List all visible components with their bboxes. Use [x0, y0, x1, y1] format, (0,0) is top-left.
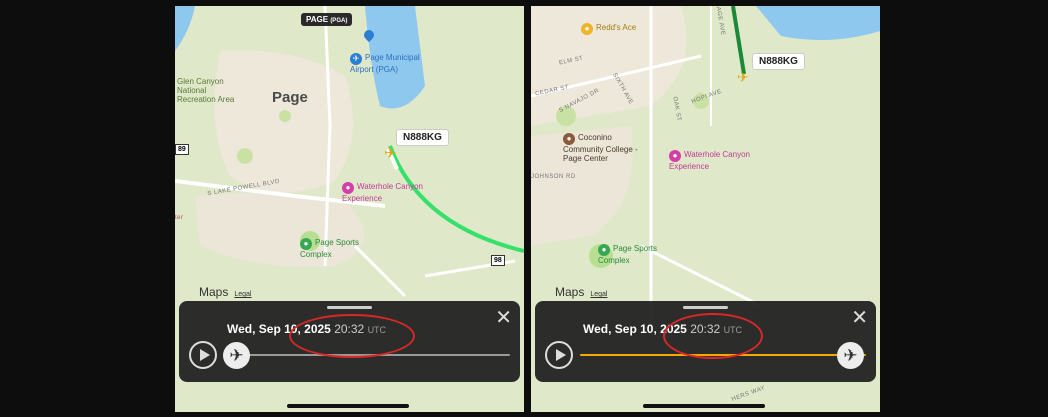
aircraft-tag[interactable]: N888KG	[396, 129, 449, 146]
camera-icon: ●	[669, 150, 681, 162]
slider-thumb-airplane-icon[interactable]: ✈	[223, 342, 250, 369]
aircraft-tag[interactable]: N888KG	[752, 53, 805, 70]
airport-marker-label[interactable]: PAGE (PGA)	[301, 13, 353, 26]
poi-waterhole-label: Waterhole Canyon Experience	[669, 150, 750, 171]
timeline-panel: ✕ Wed, Sep 10, 2025 20:32 UTC ✈	[535, 301, 876, 382]
camera-icon: ●	[342, 182, 354, 194]
maps-logo: Maps Legal	[555, 285, 607, 299]
play-icon[interactable]	[189, 341, 217, 369]
red-annotation-circle	[289, 314, 415, 358]
poi-reddsace[interactable]: ● Redd's Ace	[581, 23, 661, 35]
poi-sports[interactable]: ● Page Sports Complex	[598, 244, 668, 265]
maps-logo: Maps Legal	[199, 285, 251, 299]
poi-reddsace-label: Redd's Ace	[596, 23, 637, 32]
shop-icon: ●	[581, 23, 593, 35]
area-label: Glen Canyon National Recreation Area	[177, 77, 235, 104]
school-icon: ●	[563, 133, 575, 145]
airport-code-suffix: (PGA)	[330, 18, 348, 24]
home-indicator	[287, 404, 409, 408]
street-label: JOHNSON RD	[531, 174, 576, 180]
route-badge: 98	[491, 255, 505, 266]
legal-link[interactable]: Legal	[590, 291, 607, 298]
maps-logo-text: Maps	[555, 285, 585, 299]
poi-waterhole-label: Waterhole Canyon Experience	[342, 182, 423, 203]
poi-sports[interactable]: ● Page Sports Complex	[300, 238, 370, 259]
poi-college[interactable]: ● Coconino Community College - Page Cente…	[563, 133, 643, 163]
timeline-panel: ✕ Wed, Sep 10, 2025 20:32 UTC ✈	[179, 301, 520, 382]
route-badge: 89	[175, 144, 189, 155]
play-icon[interactable]	[545, 341, 573, 369]
airplane-icon: ✈	[350, 53, 362, 65]
edge-label: ter	[175, 215, 184, 221]
sports-icon: ●	[598, 244, 610, 256]
legal-link[interactable]: Legal	[234, 291, 251, 298]
red-annotation-circle	[663, 313, 763, 359]
home-indicator	[643, 404, 765, 408]
airplane-icon[interactable]: ✈	[737, 69, 749, 86]
close-icon[interactable]: ✕	[495, 308, 512, 328]
drag-handle[interactable]	[683, 306, 728, 309]
left-screenshot: PAGE (PGA) ✈ Page Municipal Airport (PGA)…	[175, 6, 524, 412]
poi-airport[interactable]: ✈ Page Municipal Airport (PGA)	[350, 53, 430, 74]
slider-thumb-airplane-icon[interactable]: ✈	[837, 342, 864, 369]
right-screenshot: N888KG ✈ ● Redd's Ace ELM ST CEDAR ST S N…	[531, 6, 880, 412]
sports-icon: ●	[300, 238, 312, 250]
airport-code-label: PAGE	[306, 15, 329, 24]
airplane-icon[interactable]: ✈	[384, 144, 397, 162]
drag-handle[interactable]	[327, 306, 372, 309]
poi-waterhole[interactable]: ● Waterhole Canyon Experience	[669, 150, 769, 171]
close-icon[interactable]: ✕	[851, 308, 868, 328]
maps-logo-text: Maps	[199, 285, 229, 299]
poi-waterhole[interactable]: ● Waterhole Canyon Experience	[342, 182, 432, 203]
town-label: Page	[272, 89, 308, 106]
